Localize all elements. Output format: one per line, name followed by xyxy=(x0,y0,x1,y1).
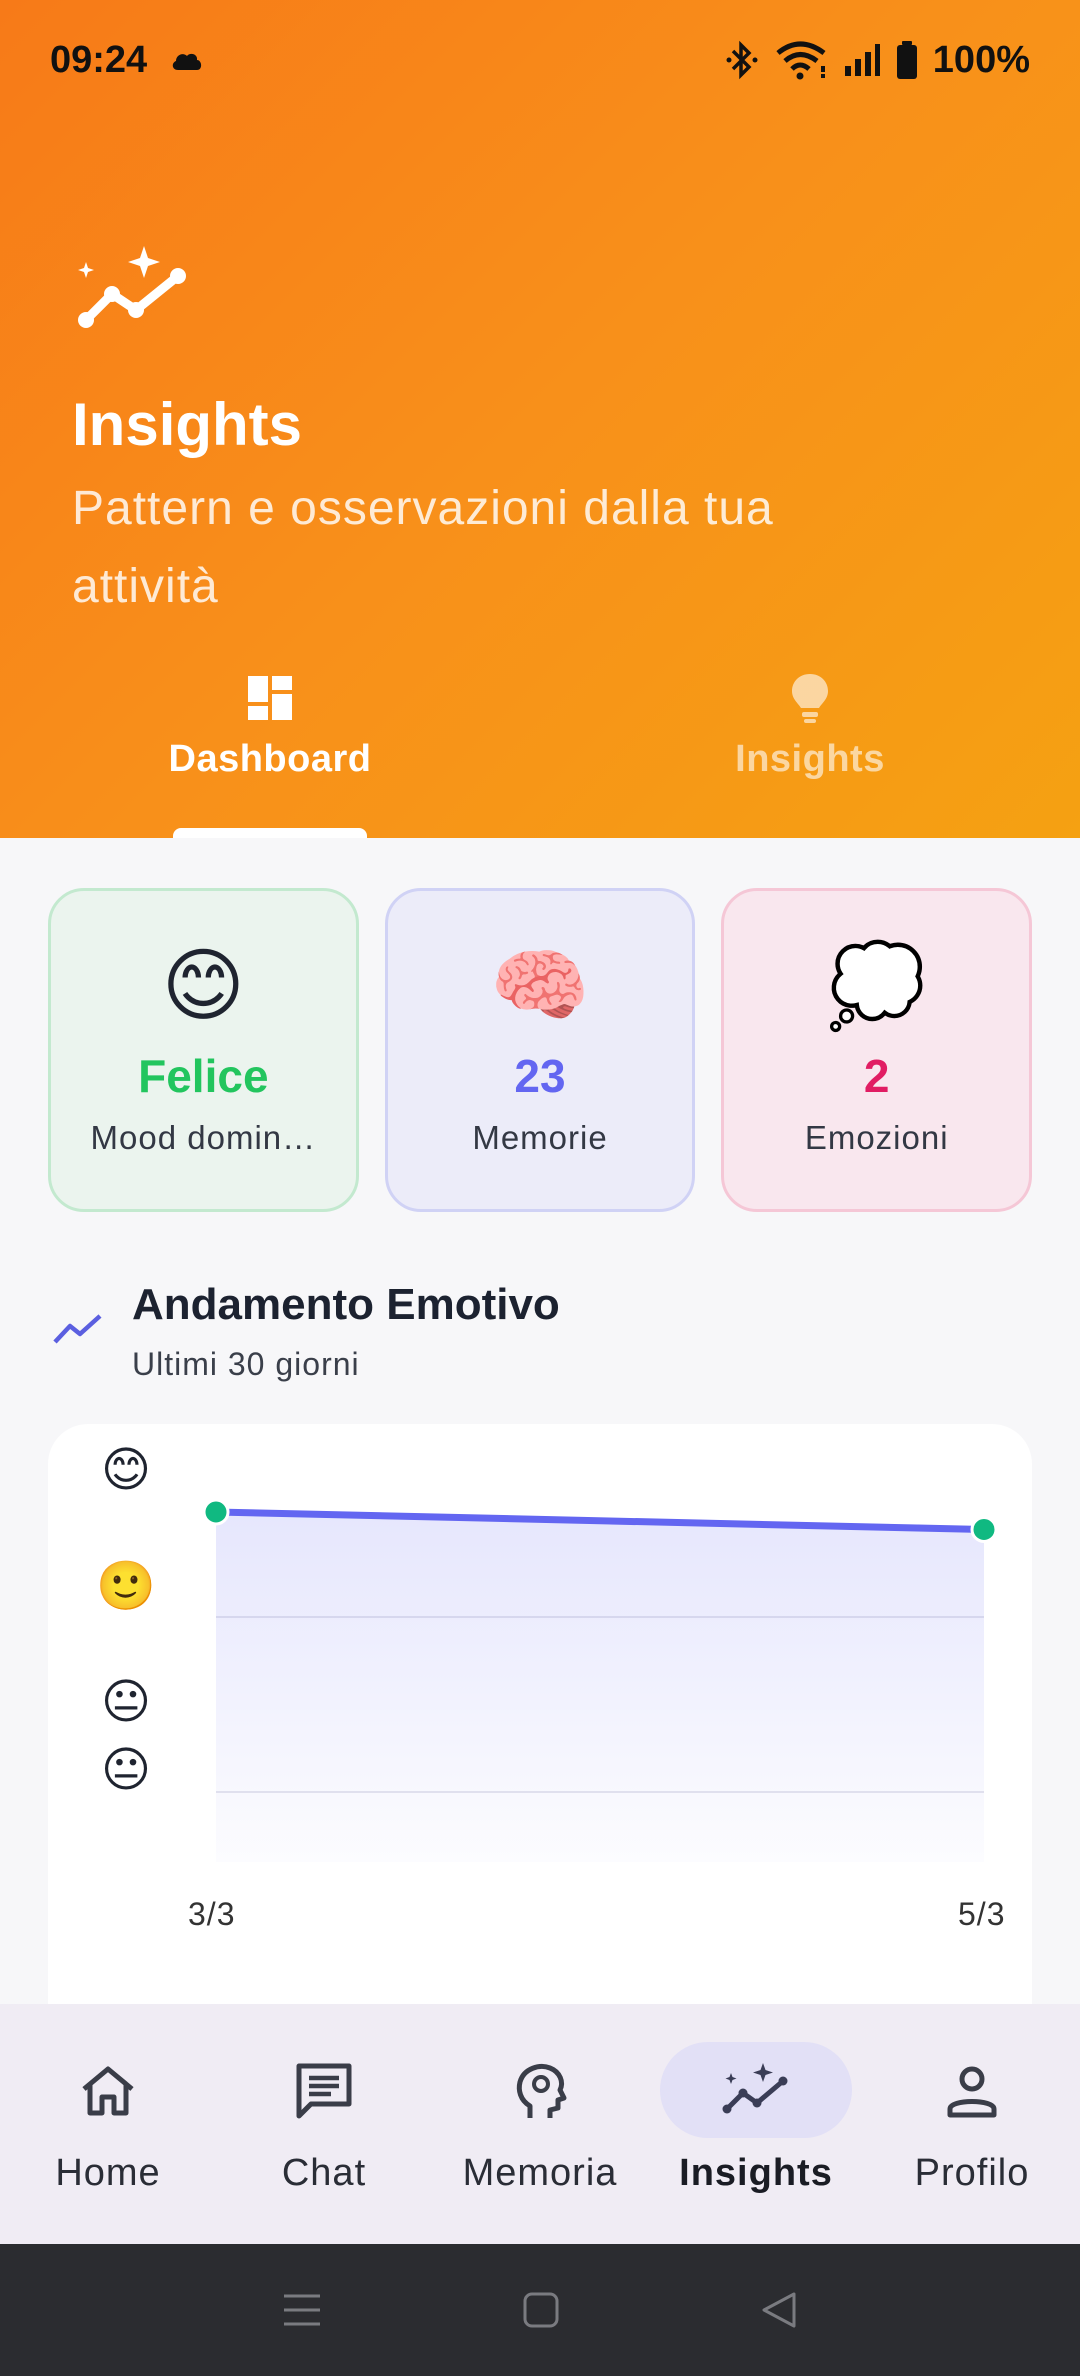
stats-row: 😊 Felice Mood domin… 🧠 23 Memorie 💭 2 Em… xyxy=(48,888,1033,1212)
nav-label: Home xyxy=(55,2152,161,2194)
nav-label: Chat xyxy=(281,2152,367,2194)
tab-active-indicator xyxy=(173,828,367,838)
mood-chart xyxy=(202,1498,998,1862)
chart-data-point[interactable] xyxy=(202,1498,230,1526)
system-navigation-bar xyxy=(0,2244,1080,2376)
section-title: Andamento Emotivo xyxy=(132,1280,560,1329)
tab-insights[interactable]: Insights xyxy=(540,660,1080,838)
nav-label: Insights xyxy=(679,2152,833,2194)
x-tick-label: 3/3 xyxy=(188,1896,236,1932)
insights-sparkle-icon xyxy=(78,246,186,328)
y-tick-label: 😊 xyxy=(100,1442,152,1498)
stat-value: 23 xyxy=(514,1050,566,1102)
back-triangle-icon[interactable] xyxy=(760,2290,798,2330)
nav-home[interactable]: Home xyxy=(0,2004,216,2244)
tab-dashboard-label: Dashboard xyxy=(168,738,372,780)
nav-insights[interactable]: Insights xyxy=(648,2004,864,2244)
battery-icon xyxy=(896,41,917,79)
home-square-icon[interactable] xyxy=(522,2291,560,2329)
status-time: 09:24 xyxy=(50,38,148,81)
bluetooth-icon xyxy=(726,40,758,80)
chat-icon xyxy=(296,2063,352,2119)
home-icon xyxy=(82,2066,134,2116)
signal-icon xyxy=(844,44,880,76)
stat-value: Felice xyxy=(138,1050,269,1102)
mood-chart-card: 😊 🙂 😐 😐 3/3 5/3 xyxy=(48,1424,1032,2024)
tab-bar: Dashboard Insights xyxy=(0,660,1080,838)
stat-label: Memorie xyxy=(472,1119,608,1156)
insights-sparkle-icon xyxy=(722,2063,788,2114)
wifi-icon xyxy=(776,41,826,80)
page-title: Insights xyxy=(72,391,303,458)
section-header: Andamento Emotivo Ultimi 30 giorni xyxy=(52,1276,1032,1386)
x-tick-label: 5/3 xyxy=(958,1896,1006,1932)
chart-area-fill xyxy=(216,1512,984,1862)
chart-data-point[interactable] xyxy=(970,1516,998,1543)
y-tick-label: 🙂 xyxy=(96,1558,156,1614)
trending-up-icon xyxy=(53,1314,102,1344)
stat-label: Emozioni xyxy=(804,1119,949,1156)
person-icon xyxy=(947,2066,997,2118)
dashboard-icon xyxy=(248,676,292,720)
status-bar: 09:24 100% xyxy=(0,0,1080,120)
nav-profilo[interactable]: Profilo xyxy=(864,2004,1080,2244)
nav-label: Profilo xyxy=(914,2152,1030,2194)
happy-face-icon: 😊 xyxy=(161,939,246,1032)
nav-chat[interactable]: Chat xyxy=(216,2004,432,2244)
stat-label: Mood domin… xyxy=(90,1119,317,1156)
cloud-icon xyxy=(173,53,202,70)
tab-dashboard[interactable]: Dashboard xyxy=(0,660,540,838)
stat-card-memories[interactable]: 🧠 23 Memorie xyxy=(384,888,696,1212)
stat-value: 2 xyxy=(863,1050,890,1102)
bottom-navigation: Home Chat Memoria Insights Profilo xyxy=(0,2004,1080,2244)
section-subtitle: Ultimi 30 giorni xyxy=(132,1346,360,1382)
header: 09:24 100% Insights Pattern e osservazio… xyxy=(0,0,1080,838)
tab-insights-label: Insights xyxy=(735,738,885,780)
recents-menu-icon[interactable] xyxy=(282,2292,322,2328)
brain-icon: 🧠 xyxy=(490,939,590,1032)
battery-level: 100% xyxy=(932,38,1030,81)
stat-card-mood[interactable]: 😊 Felice Mood domin… xyxy=(48,888,359,1212)
thought-bubble-icon: 💭 xyxy=(826,939,927,1032)
nav-label: Memoria xyxy=(462,2152,618,2194)
y-tick-label: 😐 xyxy=(100,1742,152,1798)
nav-memoria[interactable]: Memoria xyxy=(432,2004,648,2244)
page-subtitle: Pattern e osservazioni dalla tua attivit… xyxy=(72,482,774,613)
stat-card-emotions[interactable]: 💭 2 Emozioni xyxy=(721,888,1033,1212)
lightbulb-icon xyxy=(792,674,828,723)
y-tick-label: 😐 xyxy=(100,1674,152,1730)
brain-head-icon xyxy=(516,2064,567,2118)
